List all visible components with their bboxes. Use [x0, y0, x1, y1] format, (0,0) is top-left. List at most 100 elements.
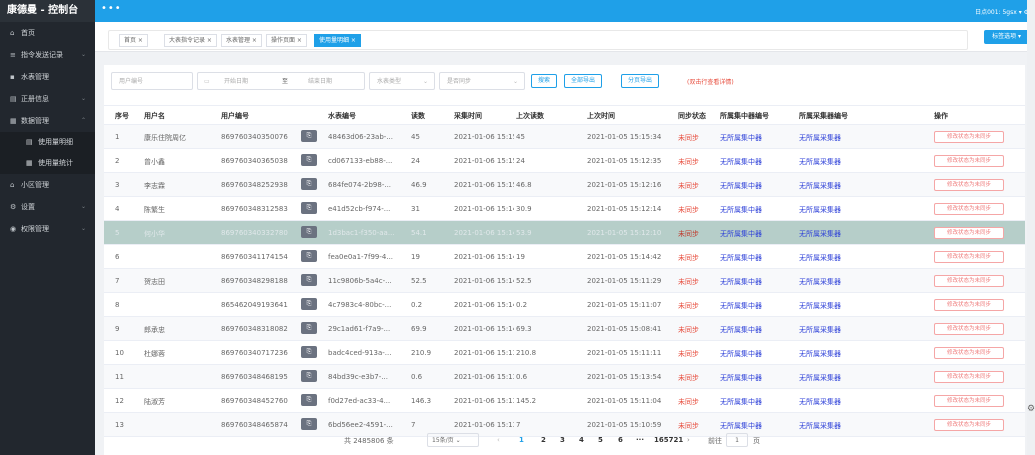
- toggle-sync-button[interactable]: 修改状态为未同步: [934, 203, 1004, 215]
- cell-coll[interactable]: 无所属采集器: [799, 133, 841, 143]
- page-number[interactable]: 2: [541, 436, 546, 444]
- copy-icon[interactable]: ⎘: [301, 250, 317, 262]
- sidebar-item-meter[interactable]: ▪ 水表管理: [0, 66, 95, 88]
- cell-coll[interactable]: 无所属采集器: [799, 229, 841, 239]
- cell-conc[interactable]: 无所属集中器: [720, 133, 762, 143]
- toggle-sync-button[interactable]: 修改状态为未同步: [934, 155, 1004, 167]
- cell-coll[interactable]: 无所属采集器: [799, 277, 841, 287]
- toggle-sync-button[interactable]: 修改状态为未同步: [934, 371, 1004, 383]
- meter-type-select[interactable]: 水表类型 ⌄: [369, 72, 435, 90]
- sidebar-item-community[interactable]: ⌂ 小区管理: [0, 174, 95, 196]
- toggle-sync-button[interactable]: 修改状态为未同步: [934, 131, 1004, 143]
- export-all-button[interactable]: 全部导出: [564, 74, 603, 88]
- copy-icon[interactable]: ⎘: [301, 226, 317, 238]
- table-row[interactable]: 7 贺志田 869760348298188 11c9806b-5a4c-... 52.5…: [104, 269, 1025, 293]
- toggle-sync-button[interactable]: 修改状态为未同步: [934, 275, 1004, 287]
- cell-conc[interactable]: 无所属集中器: [720, 277, 762, 287]
- export-page-button[interactable]: 分页导出: [621, 74, 660, 88]
- cell-conc[interactable]: 无所属集中器: [720, 349, 762, 359]
- table-row[interactable]: 1 康乐住院周亿 869760340350076 48463d06-23ab-... 4…: [104, 125, 1025, 149]
- page-number[interactable]: 165721: [654, 436, 683, 444]
- cell-conc[interactable]: 无所属集中器: [720, 325, 762, 335]
- cell-conc[interactable]: 无所属集中器: [720, 205, 762, 215]
- sync-select[interactable]: 是否同步 ⌄: [439, 72, 525, 90]
- copy-icon[interactable]: ⎘: [301, 178, 317, 190]
- toggle-sync-button[interactable]: 修改状态为未同步: [934, 395, 1004, 407]
- table-row[interactable]: 11 869760348468195 84bd39c-e3b7-... 0.6 2021…: [104, 365, 1025, 389]
- tab-5[interactable]: 使用量明细 ×: [314, 34, 361, 47]
- toggle-sync-button[interactable]: 修改状态为未同步: [934, 299, 1004, 311]
- cell-coll[interactable]: 无所属采集器: [799, 349, 841, 359]
- menu-toggle-icon[interactable]: •••: [101, 4, 122, 14]
- sidebar-item-home[interactable]: ⌂ 首页: [0, 22, 95, 44]
- copy-icon[interactable]: ⎘: [301, 130, 317, 142]
- page-number[interactable]: 1: [519, 436, 524, 444]
- page-number[interactable]: 6: [618, 436, 623, 444]
- page-number[interactable]: 5: [598, 436, 603, 444]
- cell-coll[interactable]: 无所属采集器: [799, 181, 841, 191]
- toggle-sync-button[interactable]: 修改状态为未同步: [934, 323, 1004, 335]
- table-row[interactable]: 3 李志霖 869760348252938 684fe074-2b98-... 46.9…: [104, 173, 1025, 197]
- prev-page-icon[interactable]: ‹: [497, 436, 500, 444]
- page-number[interactable]: ···: [636, 436, 644, 444]
- copy-icon[interactable]: ⎘: [301, 298, 317, 310]
- cell-coll[interactable]: 无所属采集器: [799, 373, 841, 383]
- cell-conc[interactable]: 无所属集中器: [720, 421, 762, 431]
- date-range-picker[interactable]: ▭ 开始日期 至 结束日期: [197, 72, 365, 90]
- cell-coll[interactable]: 无所属采集器: [799, 325, 841, 335]
- table-row[interactable]: 12 陆淑芳 869760348452760 f0d27ed-ac33-4... 146…: [104, 389, 1025, 413]
- goto-page-input[interactable]: 1: [726, 433, 748, 447]
- toggle-sync-button[interactable]: 修改状态为未同步: [934, 227, 1004, 239]
- table-row[interactable]: 4 陈繁生 869760348312583 e41d52cb-f974-... 31 20…: [104, 197, 1025, 221]
- copy-icon[interactable]: ⎘: [301, 346, 317, 358]
- sidebar-item-settings[interactable]: ⚙ 设置 ⌄: [0, 196, 95, 218]
- user-menu[interactable]: 日点001: 5gsx ▾ ⚙: [975, 7, 1029, 16]
- cell-conc[interactable]: 无所属集中器: [720, 253, 762, 263]
- cell-coll[interactable]: 无所属采集器: [799, 397, 841, 407]
- cell-conc[interactable]: 无所属集中器: [720, 397, 762, 407]
- sidebar-item-command[interactable]: ≡ 指令发送记录 ⌄: [0, 44, 95, 66]
- tab-options-button[interactable]: 标签选项 ▾: [984, 30, 1029, 44]
- toggle-sync-button[interactable]: 修改状态为未同步: [934, 419, 1004, 431]
- toggle-sync-button[interactable]: 修改状态为未同步: [934, 251, 1004, 263]
- copy-icon[interactable]: ⎘: [301, 274, 317, 286]
- toggle-sync-button[interactable]: 修改状态为未同步: [934, 179, 1004, 191]
- cell-conc[interactable]: 无所属集中器: [720, 301, 762, 311]
- cell-coll[interactable]: 无所属采集器: [799, 157, 841, 167]
- cell-conc[interactable]: 无所属集中器: [720, 229, 762, 239]
- copy-icon[interactable]: ⎘: [301, 322, 317, 334]
- cell-coll[interactable]: 无所属采集器: [799, 421, 841, 431]
- cell-conc[interactable]: 无所属集中器: [720, 373, 762, 383]
- search-button[interactable]: 搜索: [531, 74, 558, 88]
- table-row[interactable]: 9 郎承忠 869760348318082 29c1ad61-f7a9-... 69.9…: [104, 317, 1025, 341]
- copy-icon[interactable]: ⎘: [301, 418, 317, 430]
- sidebar-subitem-detail[interactable]: ▤ 使用量明细: [0, 132, 95, 153]
- table-row[interactable]: 2 曾小鑫 869760340365038 cd067133-eb88-... 24 20…: [104, 149, 1025, 173]
- sidebar-subitem-stats[interactable]: ▦ 使用量统计: [0, 153, 95, 174]
- cell-coll[interactable]: 无所属采集器: [799, 301, 841, 311]
- page-size-select[interactable]: 15条/页 ⌄: [427, 433, 479, 447]
- toggle-sync-button[interactable]: 修改状态为未同步: [934, 347, 1004, 359]
- tab-2[interactable]: 大表指令记录 ×: [164, 34, 217, 47]
- tab-1[interactable]: 首页 ×: [119, 34, 148, 47]
- copy-icon[interactable]: ⎘: [301, 154, 317, 166]
- sidebar-item-info[interactable]: ▤ 正册信息 ⌄: [0, 88, 95, 110]
- floating-settings-icon[interactable]: ⚙: [1027, 404, 1035, 414]
- user-number-input[interactable]: 用户编号: [111, 72, 193, 90]
- tab-3[interactable]: 水表管理 ×: [221, 34, 262, 47]
- cell-conc[interactable]: 无所属集中器: [720, 157, 762, 167]
- table-row[interactable]: 6 869760341174154 fea0e0a1-7f99-4... 19 2021…: [104, 245, 1025, 269]
- table-row[interactable]: 10 杜娜蓉 869760340717236 badc4ced-913a-... 210…: [104, 341, 1025, 365]
- cell-coll[interactable]: 无所属采集器: [799, 253, 841, 263]
- page-number[interactable]: 4: [579, 436, 584, 444]
- cell-conc[interactable]: 无所属集中器: [720, 181, 762, 191]
- sidebar-item-data[interactable]: ▦ 数据管理 ⌃: [0, 110, 95, 132]
- tab-4[interactable]: 操作页面 ×: [266, 34, 307, 47]
- table-row[interactable]: 8 865462049193641 4c7983c4-80bc-... 0.2 2021…: [104, 293, 1025, 317]
- table-row[interactable]: 5 何小华 869760340332780 1d3bac1-f350-aa... 54.…: [104, 221, 1025, 245]
- copy-icon[interactable]: ⎘: [301, 202, 317, 214]
- copy-icon[interactable]: ⎘: [301, 394, 317, 406]
- page-number[interactable]: 3: [560, 436, 565, 444]
- cell-coll[interactable]: 无所属采集器: [799, 205, 841, 215]
- sidebar-item-permission[interactable]: ◉ 权限管理 ⌄: [0, 218, 95, 240]
